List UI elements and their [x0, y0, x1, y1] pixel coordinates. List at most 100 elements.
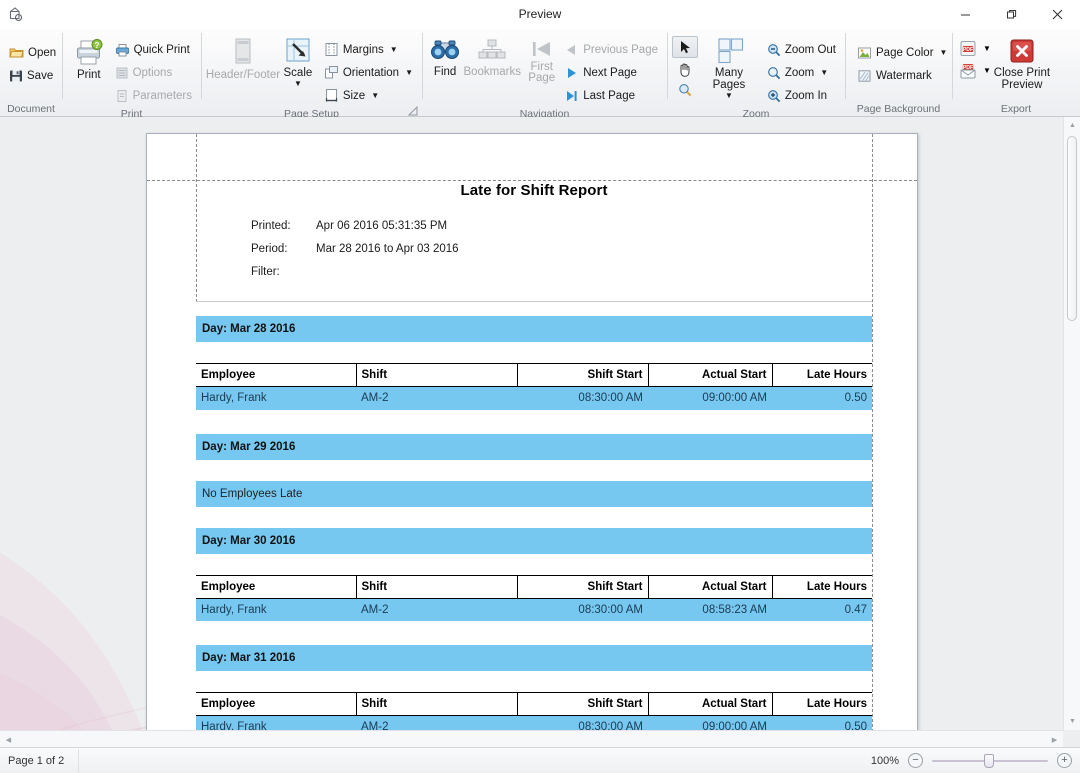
ribbon-group-page-background: Page Color ▼ Watermark Page Bac — [845, 29, 952, 117]
group-title-document: Document — [5, 102, 57, 117]
zoom-controls: 100% − + — [865, 753, 1072, 768]
email-pdf-button[interactable]: PDF ▼ — [959, 62, 991, 79]
vertical-scrollbar[interactable]: ▲ ▼ — [1063, 117, 1080, 730]
table-header-row: Employee Shift Shift Start Actual Start … — [196, 693, 872, 716]
scroll-up-icon[interactable]: ▲ — [1064, 117, 1080, 134]
zoom-slider[interactable] — [932, 753, 1048, 768]
parameters-icon — [115, 89, 129, 103]
chevron-down-icon: ▼ — [820, 69, 828, 76]
cell-actual-start: 08:58:23 AM — [648, 598, 772, 621]
cell-shift-start: 08:30:00 AM — [517, 387, 648, 410]
size-label: Size — [343, 90, 365, 102]
chevron-down-icon[interactable]: ▼ — [983, 67, 991, 74]
close-preview-icon — [1008, 37, 1036, 65]
cell-shift: AM-2 — [356, 387, 517, 410]
meta-value-period: Mar 28 2016 to Apr 03 2016 — [316, 243, 459, 255]
print-preview-window: Preview — [0, 0, 1080, 773]
meta-label-filter: Filter: — [196, 266, 316, 278]
parameters-label: Parameters — [133, 90, 192, 102]
preview-page[interactable]: Late for Shift Report Printed: Apr 06 20… — [146, 133, 918, 747]
header-footer-button: Header/Footer — [206, 35, 280, 81]
scroll-left-icon[interactable]: ◀ — [0, 731, 17, 747]
chevron-down-icon: ▼ — [390, 46, 398, 53]
column-header-shift-start: Shift Start — [517, 575, 648, 598]
table-row: Hardy, Frank AM-2 08:30:00 AM 09:00:00 A… — [196, 387, 872, 410]
orientation-button[interactable]: Orientation ▼ — [320, 61, 417, 84]
open-button[interactable]: Open — [5, 41, 60, 64]
column-header-employee: Employee — [196, 693, 356, 716]
scroll-down-icon[interactable]: ▼ — [1064, 713, 1080, 730]
ribbon-group-print: ? Print Quick Prin — [62, 29, 201, 117]
watermark-button[interactable]: Watermark — [853, 64, 951, 87]
zoom-out-button[interactable]: Zoom Out — [763, 38, 840, 61]
scroll-right-icon[interactable]: ▶ — [1046, 731, 1063, 747]
next-page-button[interactable]: Next Page — [560, 61, 662, 84]
window-controls — [942, 0, 1080, 29]
quick-print-label: Quick Print — [134, 44, 190, 56]
day-label: Day: Mar 29 2016 — [202, 441, 295, 453]
zoom-in-stepper[interactable]: + — [1057, 753, 1072, 768]
day-band: Day: Mar 30 2016 — [196, 528, 872, 554]
close-print-preview-button[interactable]: Close Print Preview — [991, 35, 1053, 91]
zoom-in-button[interactable]: Zoom In — [763, 84, 840, 107]
magnifier-tool-button[interactable] — [672, 80, 698, 100]
save-disk-icon — [9, 69, 23, 83]
export-pdf-button[interactable]: PDF ▼ — [959, 40, 991, 57]
status-bar: Page 1 of 2 100% − + — [0, 747, 1080, 773]
minimize-button[interactable] — [942, 0, 988, 29]
chevron-down-icon: ▼ — [294, 80, 302, 87]
spacer — [196, 410, 872, 434]
meta-value-printed: Apr 06 2016 05:31:35 PM — [316, 220, 447, 232]
scale-button[interactable]: Scale ▼ — [280, 35, 316, 87]
pointer-cursor-tool-button[interactable] — [672, 36, 698, 58]
ribbon-group-navigation: Find Bookmarks — [422, 29, 667, 117]
column-header-actual-start: Actual Start — [648, 364, 772, 387]
column-header-shift: Shift — [356, 575, 517, 598]
report-meta: Printed: Apr 06 2016 05:31:35 PM Period:… — [196, 214, 872, 283]
export-pdf-icon: PDF — [959, 40, 977, 57]
header-footer-icon — [230, 37, 256, 67]
quick-print-button[interactable]: Quick Print — [111, 38, 196, 61]
page-color-button[interactable]: Page Color ▼ — [853, 41, 951, 64]
printer-icon: ? — [74, 39, 104, 67]
cell-employee: Hardy, Frank — [196, 598, 356, 621]
watermark-icon — [857, 69, 872, 83]
chevron-down-icon: ▼ — [371, 92, 379, 99]
cell-employee: Hardy, Frank — [196, 387, 356, 410]
many-pages-button[interactable]: Many Pages ▼ — [698, 35, 760, 99]
zoom-out-stepper[interactable]: − — [908, 753, 923, 768]
save-button[interactable]: Save — [5, 64, 60, 87]
day-label: Day: Mar 30 2016 — [202, 535, 295, 547]
chevron-down-icon[interactable]: ▼ — [983, 45, 991, 52]
size-button[interactable]: Size ▼ — [320, 84, 417, 107]
horizontal-scrollbar[interactable]: ◀ ▶ — [0, 730, 1063, 747]
open-folder-icon — [9, 46, 24, 59]
zoom-slider-thumb[interactable] — [984, 754, 994, 768]
day-band: Day: Mar 29 2016 — [196, 434, 872, 460]
magnifier-tool-icon — [678, 83, 692, 97]
preview-surface: Late for Shift Report Printed: Apr 06 20… — [0, 117, 1080, 747]
binoculars-icon — [430, 38, 460, 64]
zoom-button[interactable]: Zoom ▼ — [763, 61, 840, 84]
column-header-shift: Shift — [356, 693, 517, 716]
print-button[interactable]: ? Print — [67, 35, 111, 81]
watermark-label: Watermark — [876, 70, 932, 82]
title-bar: Preview — [0, 0, 1080, 29]
svg-text:PDF: PDF — [963, 47, 973, 53]
margins-button[interactable]: Margins ▼ — [320, 38, 417, 61]
vertical-scrollbar-thumb[interactable] — [1067, 136, 1077, 321]
maximize-button[interactable] — [988, 0, 1034, 29]
options-icon — [115, 66, 129, 80]
find-button[interactable]: Find — [427, 35, 463, 78]
header-footer-label: Header/Footer — [206, 69, 280, 81]
page-setup-dialog-launcher[interactable] — [408, 105, 418, 115]
ribbon-group-export: PDF ▼ PDF — [952, 29, 1080, 117]
day-band: Day: Mar 31 2016 — [196, 645, 872, 671]
hand-tool-button[interactable] — [672, 59, 698, 79]
last-page-button[interactable]: Last Page — [560, 84, 662, 107]
table-header-row: Employee Shift Shift Start Actual Start … — [196, 575, 872, 598]
close-button[interactable] — [1034, 0, 1080, 29]
save-label: Save — [27, 70, 53, 82]
scale-label: Scale — [284, 67, 313, 79]
svg-text:?: ? — [94, 41, 99, 50]
